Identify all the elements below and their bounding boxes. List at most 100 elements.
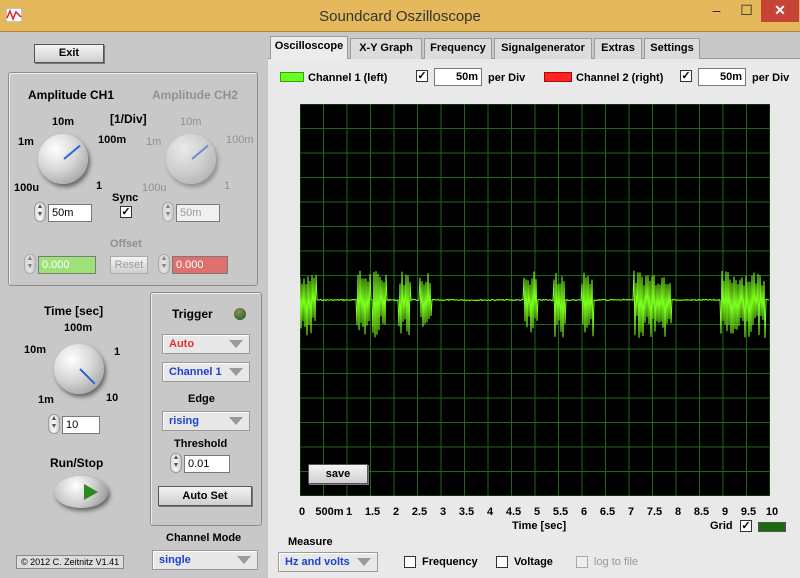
channel1-checkbox[interactable]: ✓ bbox=[416, 70, 428, 82]
time-field[interactable]: 10 bbox=[62, 416, 100, 434]
minimize-button[interactable]: – bbox=[703, 0, 730, 22]
time-knob[interactable] bbox=[54, 344, 104, 394]
sync-label: Sync bbox=[112, 192, 139, 204]
autoset-button[interactable]: Auto Set bbox=[158, 486, 252, 506]
ch1-spinner[interactable]: ▲ ▼ bbox=[34, 202, 46, 222]
channel1-color-swatch[interactable] bbox=[280, 72, 304, 82]
amplitude-ch2-knob[interactable] bbox=[166, 134, 216, 184]
voltage-label: Voltage bbox=[514, 556, 553, 568]
offset-ch1-field[interactable]: 0.000 bbox=[38, 256, 96, 274]
log-to-file-checkbox[interactable] bbox=[576, 556, 588, 568]
channel-mode-label: Channel Mode bbox=[166, 532, 242, 544]
x-tick-label: 5 bbox=[533, 506, 541, 518]
time-spinner[interactable]: ▲ ▼ bbox=[48, 414, 60, 434]
runstop-label: Run/Stop bbox=[50, 456, 104, 470]
threshold-spinner[interactable]: ▲ ▼ bbox=[170, 453, 182, 473]
ch2-scale-100u: 100u bbox=[142, 182, 167, 194]
ch2-scale-1m: 1m bbox=[146, 136, 162, 148]
time-scale-1m: 1m bbox=[38, 394, 54, 406]
x-tick-label: 3 bbox=[439, 506, 447, 518]
sync-checkbox[interactable]: ✓ bbox=[120, 206, 132, 218]
grid-label: Grid bbox=[710, 520, 733, 532]
x-tick-label: 1 bbox=[345, 506, 353, 518]
amplitude-ch1-knob[interactable] bbox=[38, 134, 88, 184]
title-bar: Soundcard Oszilloscope – ☐ ✕ bbox=[0, 0, 800, 32]
threshold-field[interactable]: 0.01 bbox=[184, 455, 230, 473]
play-icon bbox=[84, 484, 98, 500]
offset-ch2-spinner[interactable]: ▲ ▼ bbox=[158, 254, 170, 274]
ch1-scale-100u: 100u bbox=[14, 182, 40, 194]
measure-mode-dropdown[interactable]: Hz and volts bbox=[278, 552, 378, 572]
ch1-scale-10m: 10m bbox=[52, 116, 75, 128]
save-button[interactable]: save bbox=[308, 464, 368, 484]
ch1-scale-1m: 1m bbox=[18, 136, 34, 148]
amplitude-ch1-title: Amplitude CH1 bbox=[28, 88, 115, 102]
threshold-label: Threshold bbox=[174, 438, 228, 450]
frequency-label: Frequency bbox=[422, 556, 478, 568]
ch2-amplitude-field[interactable]: 50m bbox=[176, 204, 220, 222]
channel-mode-dropdown[interactable]: single bbox=[152, 550, 258, 570]
reset-button[interactable]: Reset bbox=[110, 256, 148, 274]
trigger-edge-value: rising bbox=[169, 415, 199, 427]
trigger-channel-dropdown[interactable]: Channel 1 bbox=[162, 362, 250, 382]
tab-settings[interactable]: Settings bbox=[644, 38, 700, 59]
channel1-label: Channel 1 (left) bbox=[308, 72, 388, 84]
trigger-edge-dropdown[interactable]: rising bbox=[162, 411, 250, 431]
scope-display[interactable] bbox=[299, 103, 771, 497]
copyright-label: © 2012 C. Zeitnitz V1.41 bbox=[16, 555, 125, 569]
x-tick-label: 8.5 bbox=[693, 506, 710, 518]
channel2-checkbox[interactable]: ✓ bbox=[680, 70, 692, 82]
ch1-amplitude-field[interactable]: 50m bbox=[48, 204, 92, 222]
ch2-spinner[interactable]: ▲ ▼ bbox=[162, 202, 174, 222]
x-tick-label: 5.5 bbox=[552, 506, 569, 518]
trigger-led-icon bbox=[234, 308, 246, 320]
tab-extras[interactable]: Extras bbox=[594, 38, 642, 59]
x-tick-label: 500m bbox=[315, 506, 344, 518]
x-tick-label: 10 bbox=[765, 506, 779, 518]
grid-checkbox[interactable]: ✓ bbox=[740, 520, 752, 532]
offset-ch2-field[interactable]: 0.000 bbox=[172, 256, 228, 274]
chevron-down-icon bbox=[229, 368, 243, 376]
ch2-scale-10m: 10m bbox=[180, 116, 202, 128]
x-tick-label: 7.5 bbox=[646, 506, 663, 518]
tab-signalgenerator[interactable]: Signalgenerator bbox=[494, 38, 592, 59]
ch1-scale-100m: 100m bbox=[98, 134, 127, 146]
frequency-checkbox[interactable] bbox=[404, 556, 416, 568]
div-unit-label: [1/Div] bbox=[110, 112, 147, 126]
log-to-file-label: log to file bbox=[594, 556, 639, 568]
close-button[interactable]: ✕ bbox=[761, 0, 799, 22]
voltage-checkbox[interactable] bbox=[496, 556, 508, 568]
ch2-scale-1: 1 bbox=[224, 180, 231, 192]
channel2-perdiv-label: per Div bbox=[752, 72, 790, 84]
tab-oscilloscope[interactable]: Oscilloscope bbox=[270, 36, 348, 59]
trigger-channel-value: Channel 1 bbox=[169, 366, 222, 378]
x-tick-label: 9 bbox=[721, 506, 729, 518]
trigger-mode-dropdown[interactable]: Auto bbox=[162, 334, 250, 354]
amplitude-panel bbox=[8, 72, 258, 286]
channel2-color-swatch[interactable] bbox=[544, 72, 572, 82]
x-tick-label: 4 bbox=[486, 506, 494, 518]
channel2-perdiv-field[interactable]: 50m bbox=[698, 68, 746, 86]
window-title: Soundcard Oszilloscope bbox=[319, 8, 481, 25]
tab-xy-graph[interactable]: X-Y Graph bbox=[350, 38, 422, 59]
chevron-down-icon bbox=[357, 558, 371, 566]
exit-button[interactable]: Exit bbox=[34, 44, 104, 63]
edge-label: Edge bbox=[188, 393, 215, 405]
channel2-label: Channel 2 (right) bbox=[576, 72, 664, 84]
maximize-button[interactable]: ☐ bbox=[733, 0, 760, 22]
channel1-perdiv-field[interactable]: 50m bbox=[434, 68, 482, 86]
x-tick-label: 0 bbox=[298, 506, 306, 518]
runstop-button[interactable] bbox=[54, 476, 108, 508]
offset-ch1-spinner[interactable]: ▲ ▼ bbox=[24, 254, 36, 274]
time-scale-1: 1 bbox=[114, 346, 121, 358]
chevron-down-icon bbox=[237, 556, 251, 564]
tab-frequency[interactable]: Frequency bbox=[424, 38, 492, 59]
trigger-title: Trigger bbox=[172, 307, 213, 321]
chevron-down-icon bbox=[229, 417, 243, 425]
time-title: Time [sec] bbox=[44, 304, 104, 318]
grid-color-swatch[interactable] bbox=[758, 522, 786, 532]
measure-label: Measure bbox=[288, 536, 333, 548]
x-tick-label: 6.5 bbox=[599, 506, 616, 518]
x-tick-label: 2 bbox=[392, 506, 400, 518]
offset-label: Offset bbox=[110, 238, 142, 250]
